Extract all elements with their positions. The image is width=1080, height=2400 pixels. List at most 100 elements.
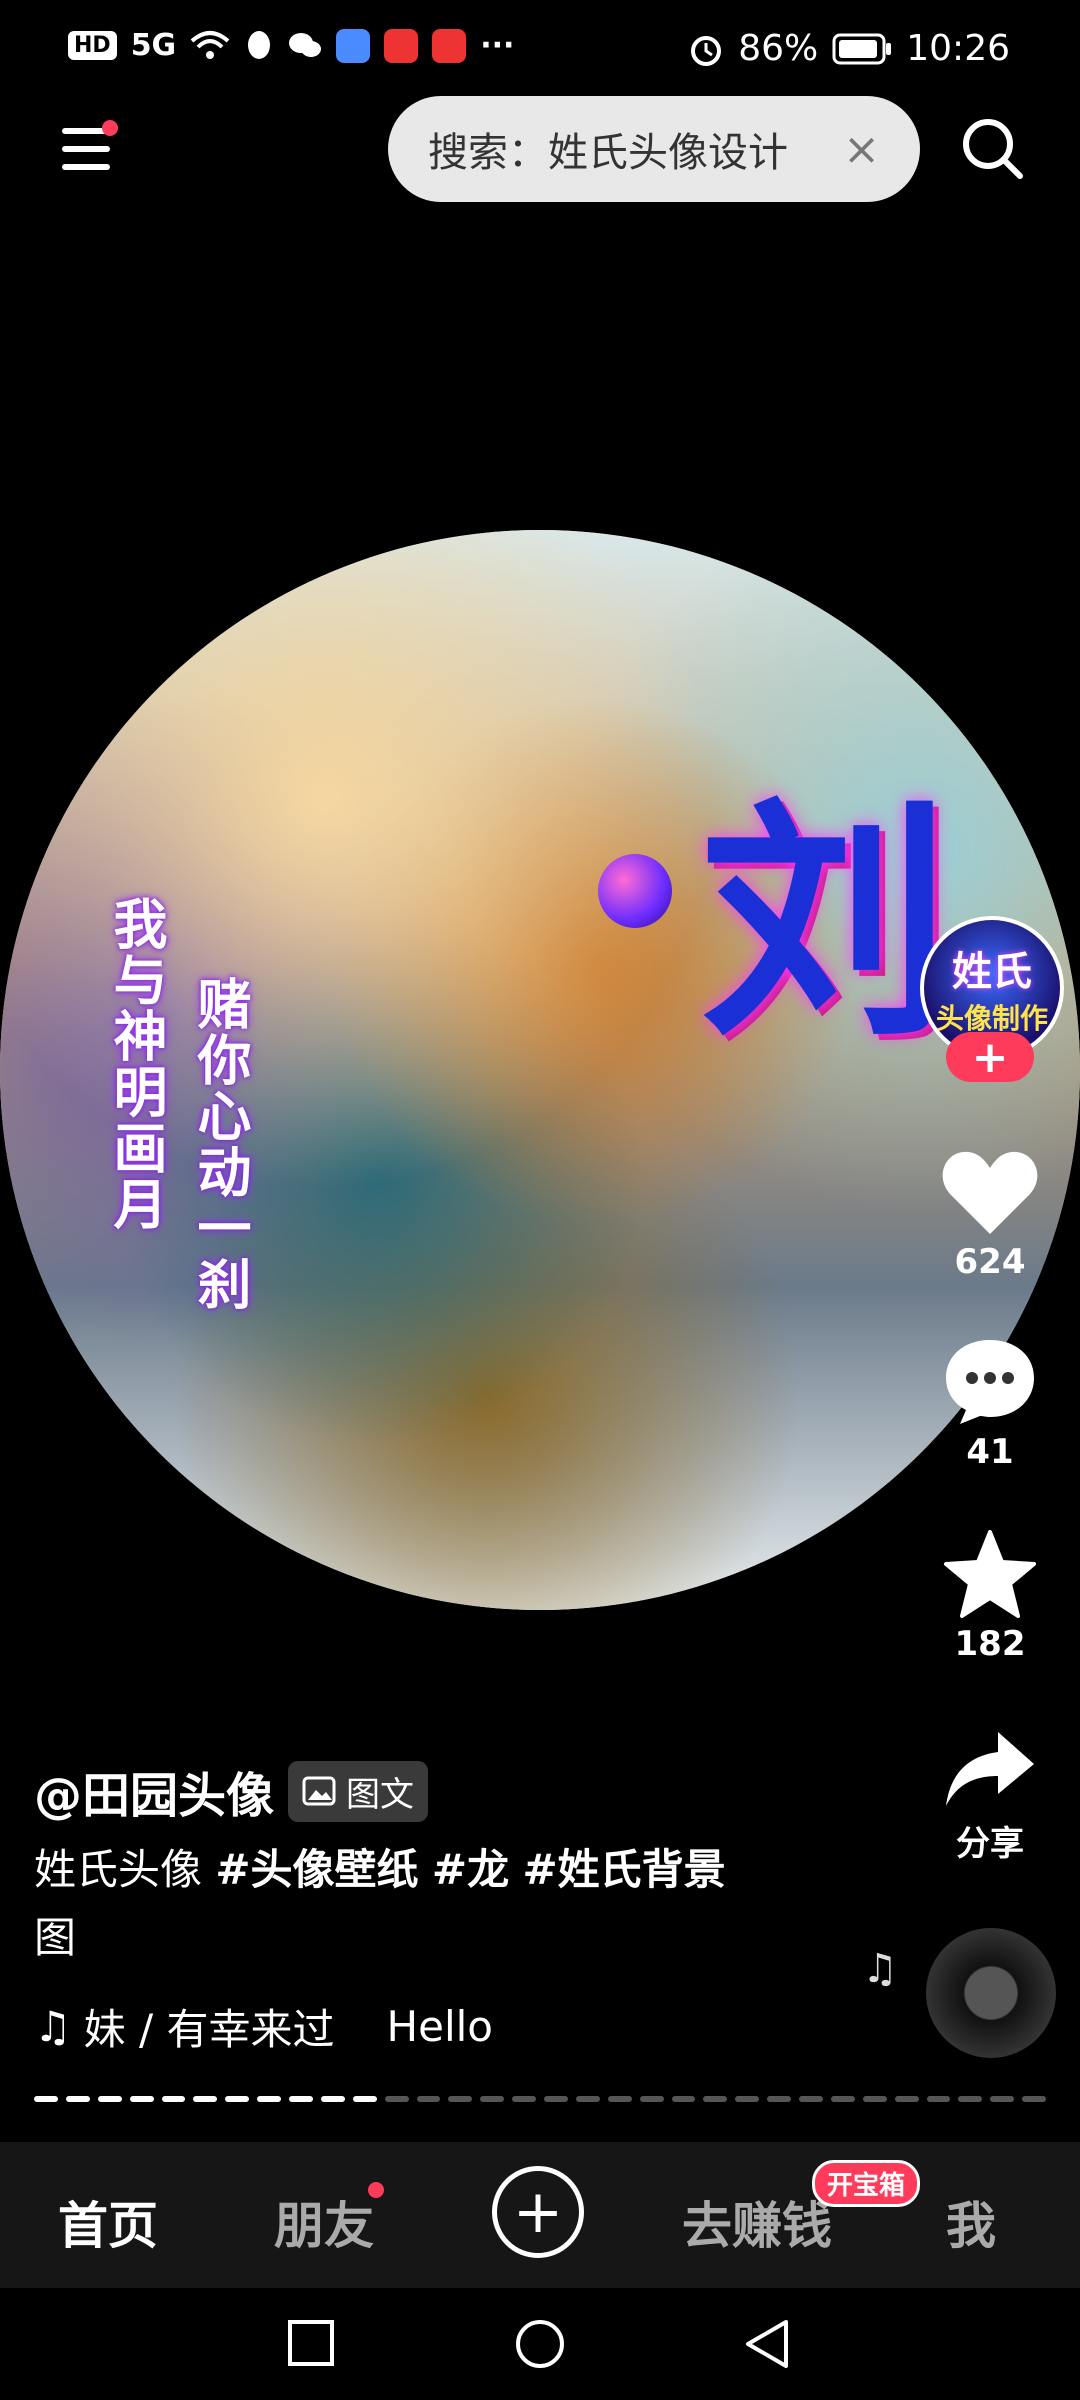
status-left: HD 5G ··· bbox=[68, 28, 514, 63]
heart-icon bbox=[942, 1151, 1038, 1234]
bottom-nav: 首页 朋友 + 去赚钱 开宝箱 我 bbox=[0, 2142, 1080, 2288]
progress-segment bbox=[544, 2096, 568, 2102]
progress-segment bbox=[512, 2096, 536, 2102]
comment-count: 41 bbox=[966, 1432, 1014, 1472]
progress-segment bbox=[926, 2096, 951, 2102]
description-text: 姓氏头像 bbox=[34, 1845, 216, 1894]
comment-button[interactable]: 41 bbox=[920, 1336, 1060, 1472]
music-note-icon: ♫ bbox=[862, 1946, 898, 1992]
share-button[interactable]: 分享 bbox=[920, 1728, 1060, 1865]
avatar-text-line1: 姓氏 bbox=[952, 949, 1032, 995]
progress-segment bbox=[735, 2096, 760, 2102]
progress-segment bbox=[448, 2096, 473, 2102]
like-button[interactable]: 624 bbox=[920, 1148, 1060, 1282]
progress-segment bbox=[1022, 2096, 1046, 2102]
back-icon[interactable] bbox=[742, 2318, 792, 2370]
surname-character: 刘 bbox=[700, 775, 950, 1069]
progress-segment bbox=[990, 2096, 1015, 2102]
create-button[interactable]: + bbox=[492, 2166, 584, 2258]
progress-segment bbox=[384, 2096, 409, 2102]
post-description: 姓氏头像 #头像壁纸 #龙 #姓氏背景图 bbox=[34, 1836, 774, 1972]
like-count: 624 bbox=[954, 1242, 1026, 1282]
music-extra: Hello bbox=[386, 2002, 493, 2051]
share-arrow-icon bbox=[946, 1732, 1034, 1806]
progress-segment bbox=[862, 2096, 887, 2102]
author-row: @田园头像 图文 bbox=[34, 1756, 429, 1826]
progress-segment bbox=[767, 2096, 791, 2102]
hashtag-link[interactable]: #龙 bbox=[432, 1845, 509, 1894]
tab-friends[interactable]: 朋友 bbox=[274, 2186, 374, 2258]
music-title: 妹 / 有幸来过 bbox=[83, 2005, 335, 2054]
music-disc[interactable] bbox=[926, 1928, 1056, 2058]
progress-segment bbox=[289, 2096, 313, 2102]
vertical-caption-right: 赌你心动一刹 bbox=[188, 976, 251, 1312]
progress-segment bbox=[958, 2096, 983, 2102]
progress-segment bbox=[320, 2096, 345, 2102]
music-note-icon: ♫ bbox=[34, 2002, 72, 2051]
progress-segment bbox=[129, 2096, 154, 2102]
friends-notification-dot bbox=[368, 2182, 384, 2198]
search-suggestion-text: 搜索：姓氏头像设计 bbox=[428, 130, 788, 176]
progress-segment bbox=[830, 2096, 855, 2102]
system-nav-bar bbox=[0, 2288, 1080, 2400]
wifi-icon bbox=[190, 30, 230, 59]
progress-segment bbox=[607, 2096, 632, 2102]
favorite-button[interactable]: 182 bbox=[920, 1528, 1060, 1664]
battery-icon bbox=[832, 33, 892, 64]
clock: 10:26 bbox=[906, 28, 1010, 69]
tab-me[interactable]: 我 bbox=[946, 2186, 996, 2258]
progress-segment bbox=[97, 2096, 122, 2102]
description-tail: 图 bbox=[34, 1913, 77, 1962]
home-icon[interactable] bbox=[514, 2318, 566, 2370]
vertical-caption-left: 我与神明画月 bbox=[104, 896, 167, 1232]
notification-dot bbox=[102, 120, 118, 136]
progress-segment bbox=[225, 2096, 250, 2102]
search-suggestion-pill[interactable]: 搜索：姓氏头像设计 × bbox=[388, 96, 920, 202]
progress-segment bbox=[639, 2096, 664, 2102]
star-icon bbox=[944, 1530, 1036, 1618]
wechat-icon bbox=[289, 32, 322, 57]
hd-badge: HD bbox=[68, 31, 117, 60]
earn-badge: 开宝箱 bbox=[812, 2160, 921, 2207]
progress-segment bbox=[65, 2096, 90, 2102]
follow-button[interactable]: + bbox=[946, 1032, 1034, 1083]
tab-earn[interactable]: 去赚钱 bbox=[682, 2186, 832, 2258]
recents-icon[interactable] bbox=[286, 2318, 336, 2368]
progress-segment bbox=[671, 2096, 696, 2102]
progress-segment bbox=[34, 2096, 58, 2102]
image-icon bbox=[302, 1776, 336, 1806]
progress-segment bbox=[352, 2096, 377, 2102]
menu-icon bbox=[62, 146, 110, 152]
comment-icon bbox=[946, 1340, 1034, 1424]
menu-icon bbox=[62, 164, 110, 170]
progress-segment bbox=[799, 2096, 823, 2102]
progress-segment bbox=[257, 2096, 281, 2102]
app-notification-icon bbox=[384, 28, 419, 63]
favorite-count: 182 bbox=[954, 1624, 1026, 1664]
progress-segment bbox=[894, 2096, 919, 2102]
progress-segment bbox=[575, 2096, 600, 2102]
close-icon[interactable]: × bbox=[843, 124, 880, 175]
post-type-chip: 图文 bbox=[288, 1760, 429, 1822]
post-type-label: 图文 bbox=[346, 1774, 415, 1815]
hashtag-link[interactable]: #姓氏背景 bbox=[522, 1845, 725, 1894]
status-right: 86% 10:26 bbox=[688, 28, 1010, 69]
tab-home[interactable]: 首页 bbox=[58, 2186, 158, 2258]
search-icon bbox=[963, 119, 1023, 179]
progress-segment bbox=[480, 2096, 505, 2102]
pearl-orb bbox=[598, 854, 672, 928]
more-notifications: ··· bbox=[480, 28, 515, 63]
app-notification-icon bbox=[336, 28, 371, 63]
search-button[interactable] bbox=[958, 114, 1028, 184]
share-label: 分享 bbox=[956, 1824, 1024, 1864]
music-info[interactable]: ♫ 妹 / 有幸来过 Hello bbox=[34, 1996, 493, 2057]
app-notification-icon bbox=[432, 28, 467, 63]
progress-segment bbox=[161, 2096, 186, 2102]
qq-icon bbox=[248, 30, 271, 59]
battery-percent: 86% bbox=[738, 28, 819, 69]
menu-button[interactable] bbox=[58, 120, 118, 180]
author-name[interactable]: @田园头像 bbox=[34, 1756, 274, 1826]
progress-segment bbox=[416, 2096, 441, 2102]
progress-segment bbox=[193, 2096, 218, 2102]
hashtag-link[interactable]: #头像壁纸 bbox=[215, 1845, 418, 1894]
